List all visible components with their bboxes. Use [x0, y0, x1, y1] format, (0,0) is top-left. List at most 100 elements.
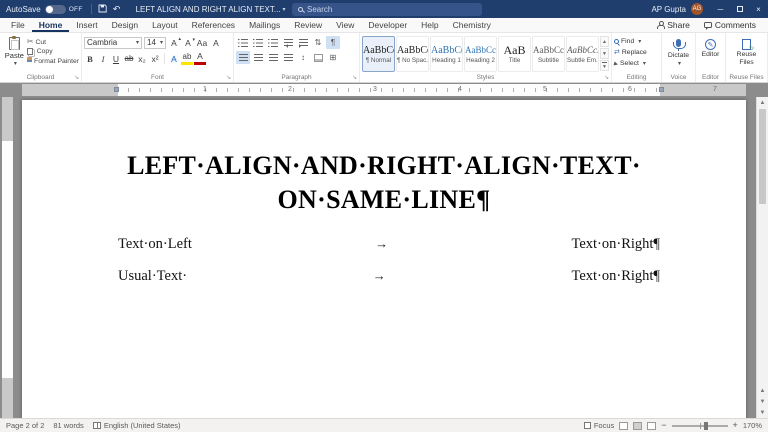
save-icon[interactable]	[96, 4, 110, 15]
print-layout-button[interactable]	[633, 421, 643, 430]
reuse-files-button[interactable]: Reuse Files	[728, 35, 765, 67]
minimize-button[interactable]: ─	[711, 0, 730, 18]
undo-icon[interactable]: ↶	[110, 4, 124, 15]
maximize-button[interactable]	[730, 0, 749, 18]
zoom-level[interactable]: 170%	[743, 421, 762, 430]
right-indent-marker[interactable]	[659, 87, 664, 92]
increase-indent-button[interactable]	[296, 36, 310, 49]
borders-button[interactable]: ⊞	[326, 51, 340, 64]
numbering-button[interactable]	[251, 36, 265, 49]
align-left-button[interactable]	[236, 51, 250, 64]
next-page-icon[interactable]: ▼	[757, 396, 768, 407]
align-center-button[interactable]	[251, 51, 265, 64]
search-box[interactable]: Search	[292, 2, 482, 16]
vertical-ruler[interactable]	[2, 97, 13, 418]
decrease-indent-button[interactable]	[281, 36, 295, 49]
cut-button[interactable]: ✂ Cut	[27, 38, 79, 46]
paste-button[interactable]: Paste	[2, 35, 27, 71]
horizontal-ruler[interactable]: 1 2 3 4 5 6 7	[22, 84, 746, 96]
font-name-combo[interactable]: Cambria	[84, 36, 142, 49]
underline-button[interactable]: U	[110, 52, 122, 65]
editor-button[interactable]: ✎ Editor	[698, 35, 723, 58]
tab-home[interactable]: Home	[32, 18, 70, 32]
shrink-font-button[interactable]: A	[182, 36, 195, 49]
tab-chemistry[interactable]: Chemistry	[446, 18, 498, 32]
tab-review[interactable]: Review	[287, 18, 329, 32]
tab-mailings[interactable]: Mailings	[242, 18, 287, 32]
page-indicator[interactable]: Page 2 of 2	[6, 421, 44, 430]
font-size-combo[interactable]: 14	[144, 36, 166, 49]
zoom-slider[interactable]	[671, 421, 728, 430]
text-effects-button[interactable]: A	[168, 52, 180, 65]
vertical-scrollbar[interactable]: ▲ ▲ ▼ ▼	[756, 97, 768, 418]
user-avatar[interactable]: AG	[691, 3, 703, 15]
format-painter-button[interactable]: Format Painter	[26, 57, 79, 65]
comments-button[interactable]: Comments	[698, 20, 762, 30]
style-normal[interactable]: AaBbCcD¶ Normal	[362, 36, 395, 72]
tab-references[interactable]: References	[185, 18, 242, 32]
dictate-button[interactable]: Dictate	[664, 35, 693, 67]
multilevel-list-button[interactable]	[266, 36, 280, 49]
bullets-button[interactable]	[236, 36, 250, 49]
clipboard-dialog-launcher-icon[interactable]	[74, 74, 79, 81]
style-title[interactable]: AaB Title	[498, 36, 531, 72]
scrollbar-thumb[interactable]	[759, 109, 766, 204]
style-no-spacing[interactable]: AaBbCcD¶ No Spac...	[396, 36, 429, 72]
focus-mode-button[interactable]: Focus	[583, 421, 614, 430]
show-hide-marks-button[interactable]: ¶	[326, 36, 340, 49]
share-button[interactable]: Share	[650, 20, 696, 30]
text-highlight-button[interactable]: ab	[181, 52, 193, 65]
sort-button[interactable]: ⇅	[311, 36, 325, 49]
font-color-button[interactable]: A	[194, 52, 206, 65]
styles-more-icon[interactable]: ▼	[600, 60, 609, 71]
copy-button[interactable]: Copy	[26, 48, 79, 55]
left-indent-marker[interactable]	[114, 87, 119, 92]
replace-button[interactable]: ⇄ Replace	[614, 47, 659, 58]
find-button[interactable]: Find	[614, 36, 659, 47]
strikethrough-button[interactable]: ab	[123, 52, 135, 65]
read-mode-button[interactable]	[619, 421, 629, 430]
styles-dialog-launcher-icon[interactable]	[604, 74, 609, 81]
scroll-up-icon[interactable]: ▲	[757, 97, 768, 108]
justify-button[interactable]	[281, 51, 295, 64]
web-layout-button[interactable]	[647, 421, 657, 430]
previous-page-icon[interactable]: ▲	[757, 385, 768, 396]
tab-layout[interactable]: Layout	[145, 18, 185, 32]
style-subtitle[interactable]: AaBbCcD Subtitle	[532, 36, 565, 72]
align-right-button[interactable]	[266, 51, 280, 64]
tab-insert[interactable]: Insert	[69, 18, 104, 32]
style-heading-2[interactable]: AaBbCcE Heading 2	[464, 36, 497, 72]
select-button[interactable]: Select	[613, 58, 659, 69]
line-spacing-button[interactable]: ↕	[296, 51, 310, 64]
style-subtle-emphasis[interactable]: AaBbCcD Subtle Em...	[566, 36, 599, 72]
proofing-status[interactable]: English (United States)	[92, 421, 181, 430]
superscript-button[interactable]: x²	[149, 52, 161, 65]
user-name[interactable]: AP Gupta	[651, 5, 686, 14]
autosave-toggle[interactable]	[44, 4, 66, 14]
tab-design[interactable]: Design	[105, 18, 145, 32]
style-heading-1[interactable]: AaBbC(Heading 1	[430, 36, 463, 72]
word-count[interactable]: 81 words	[53, 421, 83, 430]
paragraph-dialog-launcher-icon[interactable]	[352, 74, 357, 81]
document-title[interactable]: LEFT ALIGN AND RIGHT ALIGN TEXT...	[136, 5, 281, 14]
scroll-down-icon[interactable]: ▼	[757, 407, 768, 418]
close-button[interactable]: ×	[749, 0, 768, 18]
tab-developer[interactable]: Developer	[361, 18, 414, 32]
styles-scroll-down-icon[interactable]: ▼	[600, 48, 609, 59]
zoom-in-icon[interactable]: +	[733, 421, 738, 430]
subscript-button[interactable]: x₂	[136, 52, 148, 65]
grow-font-button[interactable]: A	[168, 36, 181, 49]
styles-scroll-up-icon[interactable]: ▲	[600, 36, 609, 47]
font-dialog-launcher-icon[interactable]	[226, 74, 231, 81]
zoom-out-icon[interactable]: −	[661, 421, 666, 430]
bold-button[interactable]: B	[84, 52, 96, 65]
change-case-button[interactable]: Aa	[196, 36, 208, 49]
tab-file[interactable]: File	[4, 18, 32, 32]
shading-button[interactable]	[311, 51, 325, 64]
document-page[interactable]: LEFT·ALIGN·AND·RIGHT·ALIGN·TEXT· ON·SAME…	[22, 100, 746, 418]
italic-button[interactable]: I	[97, 52, 109, 65]
tab-help[interactable]: Help	[414, 18, 445, 32]
clear-formatting-button[interactable]: A	[210, 36, 222, 49]
zoom-slider-handle[interactable]	[703, 421, 708, 430]
tab-view[interactable]: View	[329, 18, 361, 32]
